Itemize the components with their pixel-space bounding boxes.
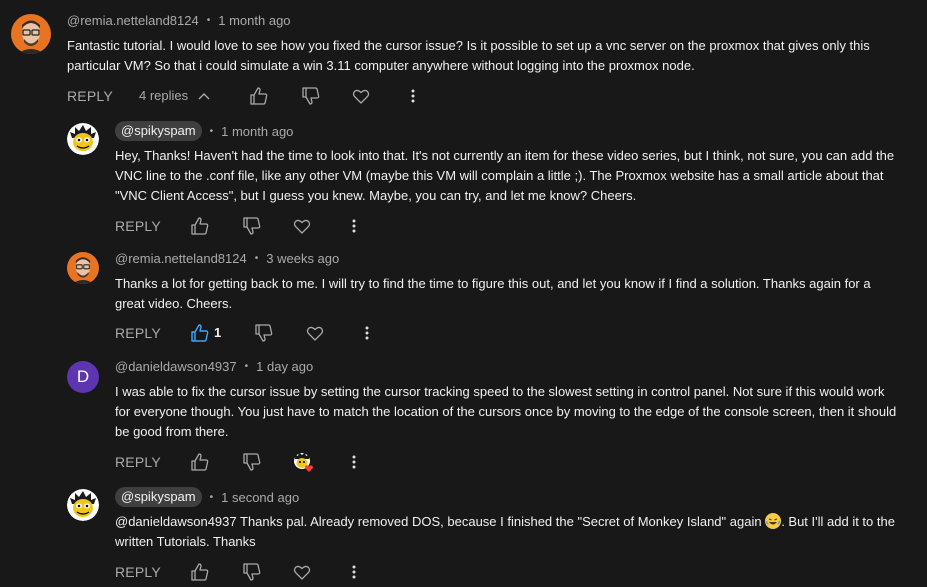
mention-link[interactable]: @danieldawson4937 bbox=[115, 514, 237, 529]
avatar[interactable]: D bbox=[67, 361, 99, 393]
comment-text: Thanks a lot for getting back to me. I w… bbox=[115, 276, 871, 311]
reply-button[interactable]: REPLY bbox=[115, 450, 161, 474]
comment-header: @remia.netteland8124 • 1 month ago bbox=[67, 13, 291, 28]
reply-button[interactable]: REPLY bbox=[115, 321, 161, 345]
avatar[interactable] bbox=[67, 252, 99, 284]
creator-badge-author[interactable]: @spikyspam bbox=[115, 487, 202, 507]
comment-text: @danieldawson4937 Thanks pal. Already re… bbox=[115, 513, 895, 549]
thumbs-down-icon[interactable] bbox=[242, 214, 262, 238]
heart-icon[interactable] bbox=[306, 321, 324, 345]
thumbs-down-icon[interactable] bbox=[242, 560, 262, 584]
reply-button[interactable]: REPLY bbox=[115, 560, 161, 584]
comment-header: @spikyspam • 1 second ago bbox=[115, 487, 299, 507]
more-options-icon[interactable] bbox=[411, 84, 415, 108]
comment-header: @danieldawson4937 • 1 day ago bbox=[115, 359, 314, 374]
timestamp[interactable]: 1 second ago bbox=[221, 490, 299, 505]
thumbs-down-icon[interactable] bbox=[301, 84, 321, 108]
reply-button[interactable]: REPLY bbox=[115, 214, 161, 238]
author-name[interactable]: @remia.netteland8124 bbox=[115, 251, 247, 266]
replies-count: 4 replies bbox=[139, 88, 189, 103]
reply-button[interactable]: REPLY bbox=[67, 84, 113, 108]
comment-text: Fantastic tutorial. I would love to see … bbox=[67, 38, 870, 73]
timestamp[interactable]: 3 weeks ago bbox=[266, 251, 339, 266]
thumbs-down-icon[interactable] bbox=[254, 321, 274, 345]
comment-header: @spikyspam • 1 month ago bbox=[115, 121, 293, 141]
avatar[interactable] bbox=[67, 123, 99, 155]
laughing-emoji-icon bbox=[765, 513, 782, 529]
thumbs-up-icon[interactable] bbox=[249, 84, 269, 108]
heart-icon[interactable] bbox=[293, 560, 311, 584]
author-name[interactable]: @danieldawson4937 bbox=[115, 359, 237, 374]
creator-heart-icon[interactable] bbox=[292, 450, 316, 474]
author-name[interactable]: @remia.netteland8124 bbox=[67, 13, 199, 28]
thumbs-up-icon[interactable] bbox=[190, 560, 210, 584]
timestamp[interactable]: 1 day ago bbox=[256, 359, 313, 374]
replies-toggle[interactable]: 4 replies bbox=[139, 84, 210, 108]
heart-icon[interactable] bbox=[352, 84, 370, 108]
thumbs-up-icon[interactable] bbox=[190, 321, 210, 345]
chevron-up-icon bbox=[198, 84, 210, 108]
avatar[interactable] bbox=[67, 489, 99, 521]
avatar[interactable] bbox=[11, 14, 51, 54]
more-options-icon[interactable] bbox=[352, 214, 356, 238]
comment-actions: REPLY bbox=[115, 450, 375, 474]
more-options-icon[interactable] bbox=[352, 560, 356, 584]
heart-icon[interactable] bbox=[293, 214, 311, 238]
thumbs-down-icon[interactable] bbox=[242, 450, 262, 474]
like-count: 1 bbox=[214, 325, 222, 340]
timestamp[interactable]: 1 month ago bbox=[218, 13, 290, 28]
comment-text: I was able to fix the cursor issue by se… bbox=[115, 384, 897, 439]
comment-actions: REPLY bbox=[115, 560, 375, 584]
comment-header: @remia.netteland8124 • 3 weeks ago bbox=[115, 251, 340, 266]
thumbs-up-icon[interactable] bbox=[190, 214, 210, 238]
more-options-icon[interactable] bbox=[365, 321, 369, 345]
thumbs-up-icon[interactable] bbox=[190, 450, 210, 474]
timestamp[interactable]: 1 month ago bbox=[221, 124, 293, 139]
comment-actions: REPLY 1 bbox=[115, 321, 375, 345]
comment-actions: REPLY bbox=[115, 214, 375, 238]
comment-actions: REPLY 4 replies bbox=[67, 84, 487, 108]
creator-badge-author[interactable]: @spikyspam bbox=[115, 121, 202, 141]
comment-text: Hey, Thanks! Haven't had the time to loo… bbox=[115, 148, 895, 203]
more-options-icon[interactable] bbox=[352, 450, 356, 474]
